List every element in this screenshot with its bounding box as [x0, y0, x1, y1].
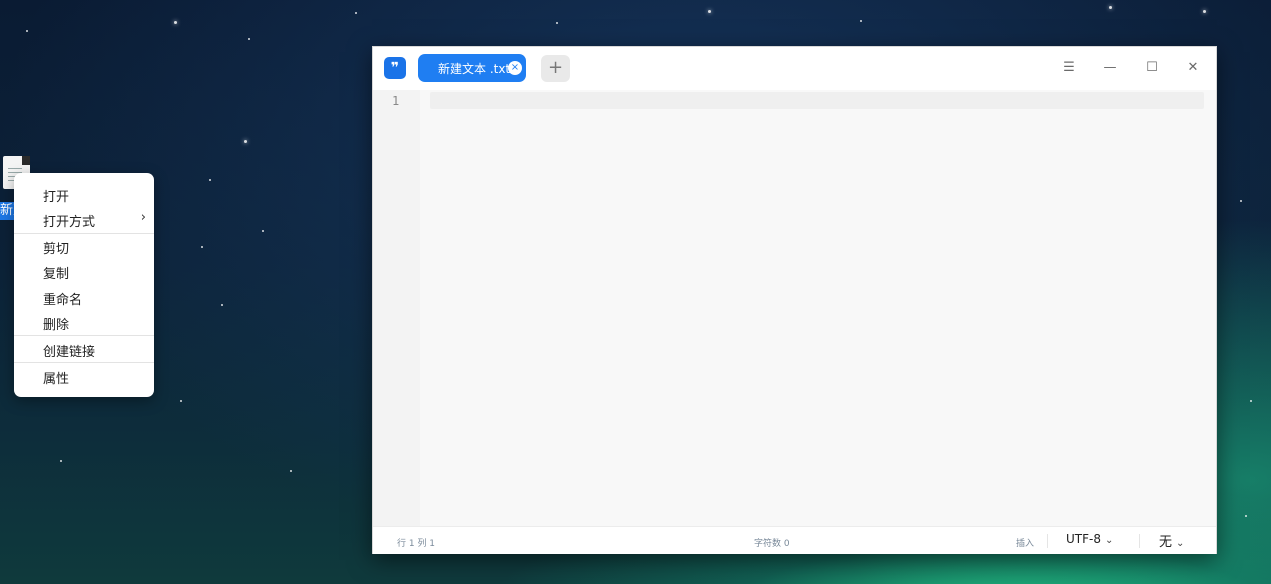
menu-item-create-link[interactable]: 创建链接 [14, 337, 154, 361]
status-divider [1139, 534, 1140, 548]
star [1250, 400, 1252, 402]
tab-new-text[interactable]: 新建文本 .txt × [418, 54, 526, 82]
highlight-selector[interactable]: 无 ⌄ [1159, 531, 1184, 550]
text-editing-area[interactable] [420, 90, 1216, 526]
star [355, 12, 357, 14]
encoding-selector[interactable]: UTF-8 ⌄ [1066, 532, 1113, 546]
title-bar: ❞ 新建文本 .txt × + ☰ — ☐ ✕ [373, 47, 1216, 90]
menu-item-properties[interactable]: 属性 [14, 364, 154, 388]
chevron-down-icon: ⌄ [1104, 535, 1114, 546]
star [221, 304, 223, 306]
insert-mode-indicator[interactable]: 插入 [1016, 536, 1034, 549]
menu-item-open[interactable]: 打开 [14, 182, 154, 206]
star [248, 38, 250, 40]
hamburger-menu-icon[interactable]: ☰ [1060, 59, 1078, 77]
icon-line [8, 168, 22, 169]
minimize-icon[interactable]: — [1101, 59, 1119, 77]
page-fold [22, 156, 30, 165]
close-icon[interactable]: ✕ [1184, 59, 1202, 77]
chevron-down-icon: ⌄ [1176, 538, 1185, 549]
star [209, 179, 211, 181]
menu-item-open-with[interactable]: 打开方式 › [14, 207, 154, 231]
menu-item-label: 复制 [43, 267, 70, 282]
menu-item-label: 打开 [43, 190, 70, 205]
menu-item-cut[interactable]: 剪切 [14, 234, 154, 258]
status-divider [1047, 534, 1048, 548]
star [201, 246, 203, 248]
current-line-highlight [430, 92, 1204, 109]
star [1203, 10, 1206, 13]
line-number: 1 [392, 94, 400, 108]
tab-close-icon[interactable]: × [508, 61, 522, 75]
star [708, 10, 711, 13]
encoding-label: UTF-8 [1066, 532, 1101, 546]
star [290, 470, 292, 472]
desktop-file-label: 新建文本 [0, 202, 15, 220]
menu-item-label: 打开方式 [43, 215, 96, 230]
star [180, 400, 182, 402]
context-menu: 打开 打开方式 › 剪切 复制 重命名 删除 创建链接 属性 [14, 173, 154, 397]
menu-item-label: 重命名 [43, 293, 83, 308]
menu-item-label: 删除 [43, 318, 70, 333]
tab-title: 新建文本 .txt [438, 62, 511, 76]
highlight-label: 无 [1159, 535, 1173, 550]
text-editor-app-icon: ❞ [384, 57, 406, 79]
menu-item-label: 属性 [43, 372, 70, 387]
star [262, 230, 264, 232]
star [1109, 6, 1112, 9]
star [556, 22, 558, 24]
text-editor-window: ❞ 新建文本 .txt × + ☰ — ☐ ✕ 1 行 1 列 1 字符数 0 … [372, 46, 1217, 554]
status-bar: 行 1 列 1 字符数 0 插入 UTF-8 ⌄ 无 ⌄ [373, 526, 1216, 554]
menu-item-copy[interactable]: 复制 [14, 259, 154, 283]
star [174, 21, 177, 24]
character-count: 字符数 0 [754, 539, 790, 549]
star [26, 30, 28, 32]
maximize-icon[interactable]: ☐ [1143, 59, 1161, 77]
star [860, 20, 862, 22]
add-tab-button[interactable]: + [541, 55, 570, 82]
menu-item-label: 创建链接 [43, 345, 96, 360]
line-number-gutter: 1 [373, 90, 420, 526]
menu-item-rename[interactable]: 重命名 [14, 285, 154, 309]
menu-item-delete[interactable]: 删除 [14, 310, 154, 334]
star [1240, 200, 1242, 202]
star [1245, 515, 1247, 517]
menu-divider [14, 362, 154, 363]
star [244, 140, 247, 143]
cursor-position: 行 1 列 1 [397, 539, 436, 549]
menu-item-label: 剪切 [43, 242, 70, 257]
menu-divider [14, 335, 154, 336]
star [60, 460, 62, 462]
chevron-right-icon: › [140, 210, 146, 225]
